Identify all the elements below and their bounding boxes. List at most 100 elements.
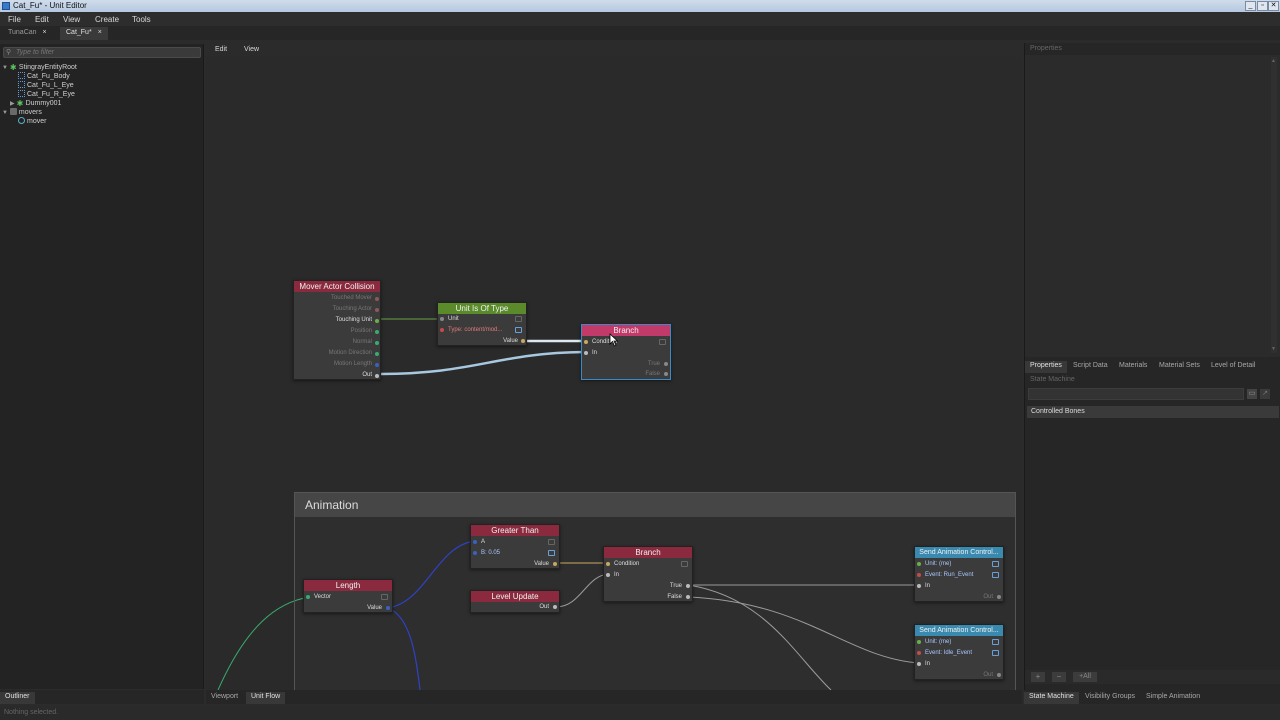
state-machine-field[interactable] <box>1028 388 1244 400</box>
edit-icon[interactable] <box>381 594 388 600</box>
port-dot[interactable] <box>440 328 444 332</box>
port-dot[interactable] <box>375 374 379 378</box>
port-dot[interactable] <box>997 673 1001 677</box>
tree-item-l-eye[interactable]: Cat_Fu_L_Eye <box>2 81 200 90</box>
menu-view[interactable]: View <box>63 15 80 24</box>
edit-icon[interactable] <box>548 539 555 545</box>
port-dot[interactable] <box>917 573 921 577</box>
node-branch-top[interactable]: Branch Condition In True False <box>581 324 671 380</box>
edit-icon[interactable] <box>515 316 522 322</box>
port-dot[interactable] <box>473 551 477 555</box>
port-dot[interactable] <box>440 317 444 321</box>
tab-viewport[interactable]: Viewport <box>206 692 243 704</box>
port-dot[interactable] <box>521 339 525 343</box>
node-greater-than[interactable]: Greater Than A B: 0.05 Value <box>470 524 560 569</box>
remove-bone-button[interactable]: − <box>1052 672 1066 682</box>
node-send-animation-idle[interactable]: Send Animation Control... Unit: (me) Eve… <box>914 624 1004 680</box>
edit-icon[interactable] <box>515 327 522 333</box>
close-button[interactable]: ✕ <box>1268 1 1279 11</box>
node-length[interactable]: Length Vector Value <box>303 579 393 613</box>
flow-canvas[interactable]: Mover Actor Collision Touched Mover Touc… <box>206 57 1022 690</box>
tree-item-movers[interactable]: ▼ movers <box>2 108 200 117</box>
tab-outliner[interactable]: Outliner <box>0 692 35 704</box>
menu-edit[interactable]: Edit <box>35 15 49 24</box>
edit-icon[interactable] <box>992 639 999 645</box>
port-dot[interactable] <box>917 640 921 644</box>
port-dot[interactable] <box>375 308 379 312</box>
goto-icon[interactable]: ↗ <box>1260 389 1270 399</box>
port-dot[interactable] <box>917 662 921 666</box>
edit-icon[interactable] <box>992 561 999 567</box>
tab-unit-flow[interactable]: Unit Flow <box>246 692 286 704</box>
port-dot[interactable] <box>584 340 588 344</box>
node-mover-actor-collision[interactable]: Mover Actor Collision Touched Mover Touc… <box>293 280 381 380</box>
expand-arrow-icon[interactable]: ▼ <box>2 65 8 71</box>
tab-tunacan[interactable]: TunaCan × <box>2 27 53 40</box>
menu-create[interactable]: Create <box>95 15 119 24</box>
port-dot[interactable] <box>375 297 379 301</box>
port-dot[interactable] <box>375 341 379 345</box>
tab-properties[interactable]: Properties <box>1025 361 1067 373</box>
port-dot[interactable] <box>917 651 921 655</box>
port-dot[interactable] <box>473 540 477 544</box>
outliner-search-input[interactable]: ⚲ Type to filter <box>3 47 201 58</box>
port-dot[interactable] <box>553 605 557 609</box>
add-bone-button[interactable]: + <box>1031 672 1045 682</box>
folder-icon[interactable]: ▭ <box>1247 389 1257 399</box>
edit-icon[interactable] <box>659 339 666 345</box>
port-dot[interactable] <box>375 319 379 323</box>
tree-item-dummy[interactable]: ▶ ✱ Dummy001 <box>2 99 200 108</box>
tab-close-icon[interactable]: × <box>98 29 102 36</box>
tab-materials[interactable]: Materials <box>1114 361 1152 373</box>
port-dot[interactable] <box>917 584 921 588</box>
tab-close-icon[interactable]: × <box>43 29 47 36</box>
tab-level-of-detail[interactable]: Level of Detail <box>1206 361 1260 373</box>
port-dot[interactable] <box>375 363 379 367</box>
port-dot[interactable] <box>686 584 690 588</box>
port-dot[interactable] <box>917 562 921 566</box>
add-all-bones-button[interactable]: +All <box>1073 672 1097 682</box>
tree-item-r-eye[interactable]: Cat_Fu_R_Eye <box>2 90 200 99</box>
tab-state-machine[interactable]: State Machine <box>1024 692 1079 704</box>
flow-menu-view[interactable]: View <box>244 46 259 53</box>
menu-tools[interactable]: Tools <box>132 15 151 24</box>
flow-menu-edit[interactable]: Edit <box>215 46 227 53</box>
port-dot[interactable] <box>553 562 557 566</box>
port-dot[interactable] <box>664 372 668 376</box>
tree-item-mover[interactable]: mover <box>2 117 200 126</box>
tree-item-root[interactable]: ▼ ✱ StingrayEntityRoot <box>2 63 200 72</box>
scroll-up-icon[interactable]: ▲ <box>1271 58 1276 64</box>
port-dot[interactable] <box>306 595 310 599</box>
scrollbar[interactable]: ▲ ▼ <box>1271 57 1277 353</box>
edit-icon[interactable] <box>548 550 555 556</box>
tab-material-sets[interactable]: Material Sets <box>1154 361 1205 373</box>
port-dot[interactable] <box>375 352 379 356</box>
node-send-animation-run[interactable]: Send Animation Control... Unit: (me) Eve… <box>914 546 1004 602</box>
port-dot[interactable] <box>606 573 610 577</box>
edit-icon[interactable] <box>992 650 999 656</box>
tab-script-data[interactable]: Script Data <box>1068 361 1113 373</box>
edit-icon[interactable] <box>681 561 688 567</box>
minimize-button[interactable]: _ <box>1245 1 1256 11</box>
node-branch-anim[interactable]: Branch Condition In True False <box>603 546 693 602</box>
port-dot[interactable] <box>686 595 690 599</box>
scroll-down-icon[interactable]: ▼ <box>1271 346 1276 352</box>
node-unit-is-of-type[interactable]: Unit Is Of Type Unit Type: content/mod..… <box>437 302 527 346</box>
menu-file[interactable]: File <box>8 15 21 24</box>
port-dot[interactable] <box>375 330 379 334</box>
maximize-button[interactable]: ▫ <box>1257 1 1268 11</box>
tab-visibility-groups[interactable]: Visibility Groups <box>1080 692 1140 704</box>
expand-arrow-icon[interactable]: ▼ <box>2 110 8 116</box>
port-dot[interactable] <box>997 595 1001 599</box>
tab-simple-animation[interactable]: Simple Animation <box>1141 692 1205 704</box>
port-dot[interactable] <box>584 351 588 355</box>
port-dot[interactable] <box>606 562 610 566</box>
edit-icon[interactable] <box>992 572 999 578</box>
port-dot[interactable] <box>664 362 668 366</box>
node-level-update[interactable]: Level Update Out <box>470 590 560 613</box>
tree-item-body[interactable]: Cat_Fu_Body <box>2 72 200 81</box>
expand-arrow-icon[interactable]: ▶ <box>10 101 15 107</box>
port-dot[interactable] <box>386 606 390 610</box>
tab-cat-fu[interactable]: Cat_Fu* × <box>60 27 108 40</box>
controlled-bones-header[interactable]: Controlled Bones <box>1027 406 1279 418</box>
